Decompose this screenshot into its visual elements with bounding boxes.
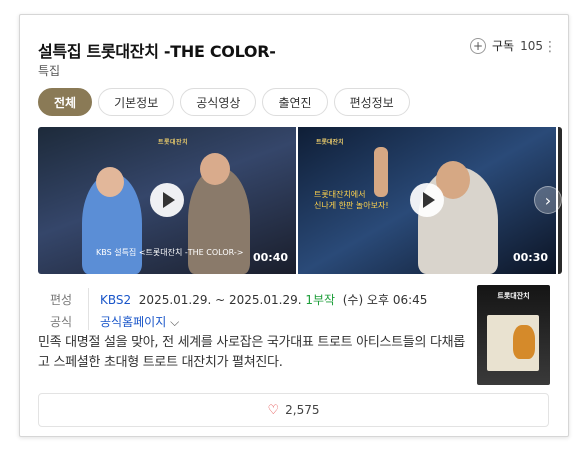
chevron-right-icon[interactable]: › xyxy=(534,186,562,214)
play-icon xyxy=(162,192,175,208)
episode-count: 1부작 xyxy=(305,292,336,307)
play-icon xyxy=(422,192,435,208)
program-poster[interactable]: 트롯대잔치 xyxy=(477,285,550,385)
schedule-row: 편성 KBS2 2025.01.29. ~ 2025.01.29. 1부작 (수… xyxy=(38,288,427,310)
schedule-label: 편성 xyxy=(50,292,73,307)
category-label: 특집 xyxy=(38,64,61,78)
video-duration: 00:30 xyxy=(512,251,548,264)
official-row: 공식 공식홈페이지 ⌵ xyxy=(38,310,427,332)
page-title: 설특집 트롯대잔치 -THE COLOR- xyxy=(38,42,276,61)
heart-icon: ♡ xyxy=(267,402,280,418)
tab-official-video[interactable]: 공식영상 xyxy=(180,88,257,116)
program-description: 민족 대명절 설을 맞아, 전 세계를 사로잡은 국가대표 트로트 아티스트들의… xyxy=(38,335,465,370)
channel-link[interactable]: KBS2 xyxy=(100,293,131,307)
tab-bar: 전체 기본정보 공식영상 출연진 편성정보 xyxy=(38,88,410,116)
air-time: (수) 오후 06:45 xyxy=(342,292,428,307)
play-button[interactable] xyxy=(410,183,444,217)
performer-face xyxy=(200,153,230,185)
tab-all[interactable]: 전체 xyxy=(38,88,93,116)
poster-tiger-figure xyxy=(513,325,535,359)
official-homepage-link[interactable]: 공식홈페이지 ⌵ xyxy=(100,313,179,330)
subscribe-button[interactable]: + 구독 105 xyxy=(470,37,543,54)
date-range: 2025.01.29. ~ 2025.01.29. xyxy=(138,292,302,307)
tab-schedule[interactable]: 편성정보 xyxy=(333,88,410,116)
video-caption: KBS 설특집 <트롯대잔치 -THE COLOR-> xyxy=(96,248,244,257)
video-overlay-text: 트롯대잔치에서 신나게 한판 놀아보자! xyxy=(314,190,389,211)
poster-title: 트롯대잔치 xyxy=(497,292,530,300)
schedule-value: KBS2 2025.01.29. ~ 2025.01.29. 1부작 (수) 오… xyxy=(100,291,427,308)
video-duration: 00:40 xyxy=(252,251,288,264)
tab-basic-info[interactable]: 기본정보 xyxy=(98,88,175,116)
tab-cast[interactable]: 출연진 xyxy=(262,88,328,116)
like-button[interactable]: ♡ 2,575 xyxy=(38,393,549,427)
video-thumbnail[interactable]: 트롯대잔치 트롯대잔치에서 신나게 한판 놀아보자! 00:30 xyxy=(298,127,556,274)
show-logo: 트롯대잔치 xyxy=(158,139,189,146)
official-label: 공식 xyxy=(50,314,73,329)
broadcast-info: 편성 KBS2 2025.01.29. ~ 2025.01.29. 1부작 (수… xyxy=(38,288,427,332)
plus-icon: + xyxy=(470,37,486,54)
official-homepage-label: 공식홈페이지 xyxy=(100,314,167,329)
play-button[interactable] xyxy=(150,183,184,217)
show-logo: 트롯대잔치 xyxy=(316,139,344,146)
chevron-down-icon: ⌵ xyxy=(170,314,180,329)
subscribe-label: 구독 xyxy=(492,39,515,53)
video-carousel: 트롯대잔치 KBS 설특집 <트롯대잔치 -THE COLOR-> 00:40 … xyxy=(38,127,562,274)
subscribe-count: 105 xyxy=(520,38,543,53)
performer-face xyxy=(96,167,124,197)
more-vertical-icon[interactable]: ⋮ xyxy=(543,40,557,54)
like-count: 2,575 xyxy=(285,403,320,417)
video-thumbnail[interactable]: 트롯대잔치 KBS 설특집 <트롯대잔치 -THE COLOR-> 00:40 xyxy=(38,127,296,274)
